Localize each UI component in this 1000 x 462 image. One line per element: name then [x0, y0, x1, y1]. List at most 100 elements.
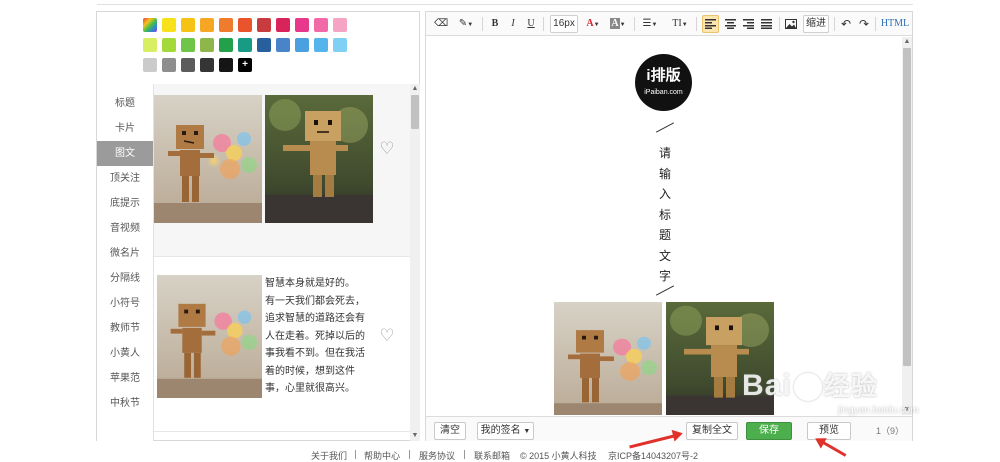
- chevron-down-icon: ▼: [681, 22, 688, 28]
- color-swatch[interactable]: [181, 58, 195, 72]
- brush-icon: ✎: [458, 18, 468, 29]
- template-text-line: 事，心里就很高兴。: [265, 383, 355, 394]
- category-item[interactable]: 苹果范: [97, 366, 153, 391]
- footer-link-about[interactable]: 关于我们: [311, 449, 347, 462]
- align-right-icon[interactable]: [741, 15, 755, 33]
- color-swatch[interactable]: [276, 38, 290, 52]
- template-panel: + 标题 卡片 图文 顶关注 底提示 音视频 微名片 分隔线 小符号 教师节 小黄人 苹果范 中秋节: [96, 11, 420, 441]
- category-item[interactable]: 小黄人: [97, 341, 153, 366]
- bold-button[interactable]: B: [489, 15, 501, 33]
- list-icon: ☰: [642, 18, 652, 29]
- align-left-icon[interactable]: [702, 15, 719, 33]
- photo-robot-bokeh: [154, 95, 262, 223]
- editor-photo-robot-bokeh[interactable]: [554, 302, 662, 415]
- photo-robot-outdoor: [265, 95, 373, 223]
- brush-dropdown-icon[interactable]: ✎▼: [456, 15, 476, 33]
- category-item[interactable]: 标题: [97, 91, 153, 116]
- color-swatch[interactable]: [181, 38, 195, 52]
- color-swatch[interactable]: [162, 58, 176, 72]
- color-swatch[interactable]: [295, 38, 309, 52]
- footer-link-help[interactable]: 帮助中心: [364, 449, 400, 462]
- font-color-button[interactable]: A▼: [583, 15, 603, 33]
- footer-link-contact[interactable]: 联系邮箱: [474, 449, 510, 462]
- color-swatch[interactable]: [314, 18, 328, 32]
- color-swatch[interactable]: [333, 18, 347, 32]
- save-button[interactable]: 保存: [746, 422, 792, 440]
- template-scroll-thumb[interactable]: [411, 95, 419, 129]
- toolbar-divider: [875, 17, 876, 31]
- color-swatch[interactable]: [257, 18, 271, 32]
- undo-icon[interactable]: ↶: [839, 15, 853, 33]
- color-swatch[interactable]: [276, 18, 290, 32]
- template-item-photo-text[interactable]: 智慧本身就是好的。 有一天我们都会死去， 追求智慧的道路还会有 人在走着。死掉以后的事…: [154, 257, 410, 432]
- category-item[interactable]: 音视频: [97, 216, 153, 241]
- color-swatch[interactable]: [143, 58, 157, 72]
- color-swatch[interactable]: [238, 18, 252, 32]
- redo-icon[interactable]: ↷: [857, 15, 871, 33]
- clear-button[interactable]: 清空: [434, 422, 466, 440]
- template-item-two-photos[interactable]: ♡: [154, 84, 410, 257]
- color-swatch[interactable]: [314, 38, 328, 52]
- image-icon[interactable]: [784, 15, 798, 33]
- align-justify-icon[interactable]: [759, 15, 773, 33]
- title-char: 请: [658, 146, 671, 160]
- color-swatch[interactable]: [143, 38, 157, 52]
- editor-scrollbar[interactable]: ▲ ▼: [902, 37, 912, 415]
- favorite-heart-icon[interactable]: ♡: [378, 140, 396, 158]
- background-color-icon: A: [610, 18, 620, 29]
- color-swatch[interactable]: [162, 38, 176, 52]
- html-source-button[interactable]: HTML: [880, 15, 910, 33]
- add-color-button[interactable]: +: [238, 58, 252, 72]
- copy-all-button[interactable]: 复制全文: [686, 422, 738, 440]
- color-swatch[interactable]: [219, 38, 233, 52]
- category-item[interactable]: 教师节: [97, 316, 153, 341]
- color-swatch[interactable]: [181, 18, 195, 32]
- footer-link-terms[interactable]: 服务协议: [419, 449, 455, 462]
- preview-button[interactable]: 预览: [807, 422, 851, 440]
- color-swatch[interactable]: [219, 18, 233, 32]
- italic-button[interactable]: I: [507, 15, 519, 33]
- editor-scroll-thumb[interactable]: [903, 48, 911, 366]
- color-swatch[interactable]: [219, 58, 233, 72]
- favorite-heart-icon[interactable]: ♡: [378, 327, 396, 345]
- editor-content[interactable]: i排版 iPaiban.com 请输入标题文字: [426, 37, 902, 415]
- scroll-up-arrow-icon[interactable]: ▲: [902, 37, 912, 47]
- color-swatch[interactable]: [200, 58, 214, 72]
- category-item[interactable]: 卡片: [97, 116, 153, 141]
- template-text-line: 智慧本身就是好的。: [265, 278, 355, 289]
- scroll-up-arrow-icon[interactable]: ▲: [410, 84, 420, 94]
- category-item[interactable]: 图文: [97, 141, 153, 166]
- category-item[interactable]: 微名片: [97, 241, 153, 266]
- color-swatch[interactable]: [162, 18, 176, 32]
- color-swatch[interactable]: [295, 18, 309, 32]
- category-item[interactable]: 顶关注: [97, 166, 153, 191]
- color-picker-rainbow-swatch[interactable]: [143, 18, 157, 32]
- color-swatch[interactable]: [200, 18, 214, 32]
- color-swatch[interactable]: [238, 38, 252, 52]
- template-scrollbar[interactable]: ▲ ▼: [410, 84, 420, 441]
- list-dropdown-button[interactable]: ☰▼: [640, 15, 660, 33]
- toolbar-divider: [482, 17, 483, 31]
- category-item[interactable]: 小符号: [97, 291, 153, 316]
- category-item[interactable]: 分隔线: [97, 266, 153, 291]
- signature-select[interactable]: 我的签名 ▼: [477, 422, 534, 440]
- color-swatch[interactable]: [200, 38, 214, 52]
- category-item[interactable]: 中秋节: [97, 391, 153, 416]
- indent-button[interactable]: 缩进: [803, 15, 829, 33]
- background-color-button[interactable]: A▼: [607, 15, 629, 33]
- signature-label: 我的签名: [480, 425, 521, 436]
- color-swatch[interactable]: [333, 38, 347, 52]
- footer-separator: [464, 450, 465, 459]
- font-size-select[interactable]: 16px: [550, 15, 578, 33]
- underline-button[interactable]: U: [525, 15, 537, 33]
- logo-subtitle: iPaiban.com: [644, 89, 683, 96]
- text-style-dropdown-button[interactable]: TI▼: [669, 15, 691, 33]
- vertical-title-placeholder[interactable]: 请输入标题文字: [655, 143, 675, 287]
- scroll-down-arrow-icon[interactable]: ▼: [410, 431, 420, 441]
- template-text-line: 人在走着。死掉以后的: [265, 330, 365, 342]
- color-swatch[interactable]: [257, 38, 271, 52]
- category-item[interactable]: 底提示: [97, 191, 153, 216]
- eraser-icon[interactable]: ⌫: [434, 15, 448, 33]
- align-center-icon[interactable]: [723, 15, 737, 33]
- template-list: ♡ 智慧本身就是好的。 有一天我们都会死去， 追求智慧的道路还会有 人在走着。死…: [154, 84, 410, 441]
